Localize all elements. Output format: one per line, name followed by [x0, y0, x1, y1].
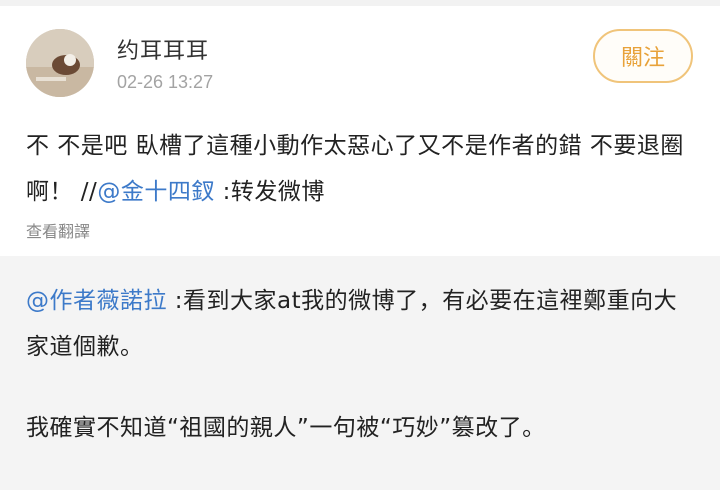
repost-author-mention[interactable]: @作者薇諾拉 [26, 288, 167, 314]
username[interactable]: 约耳耳耳 [117, 33, 209, 65]
repost-second-paragraph: 我確實不知道“祖國的親人”一句被“巧妙”篡改了。 [26, 415, 546, 441]
mention-link[interactable]: @金十四釵 [97, 179, 215, 205]
avatar[interactable] [26, 29, 94, 97]
reposted-content[interactable]: @作者薇諾拉 :看到大家at我的微博了，有必要在這裡鄭重向大家道個歉。 我確實不… [0, 256, 720, 490]
post-text-tail: :转发微博 [214, 179, 325, 205]
avatar-image [26, 29, 94, 97]
repost-body: @作者薇諾拉 :看到大家at我的微博了，有必要在這裡鄭重向大家道個歉。 [26, 278, 696, 370]
weibo-repost-view: 约耳耳耳 02-26 13:27 關注 不 不是吧 臥槽了這種小動作太惡心了又不… [0, 0, 720, 490]
post-timestamp: 02-26 13:27 [117, 72, 214, 92]
post-body: 不 不是吧 臥槽了這種小動作太惡心了又不是作者的錯 不要退圈啊！ //@金十四釵… [26, 123, 696, 215]
follow-button[interactable]: 關注 [593, 29, 693, 83]
post-card: 约耳耳耳 02-26 13:27 關注 不 不是吧 臥槽了這種小動作太惡心了又不… [0, 6, 720, 252]
view-translation-link[interactable]: 查看翻譯 [26, 218, 90, 242]
